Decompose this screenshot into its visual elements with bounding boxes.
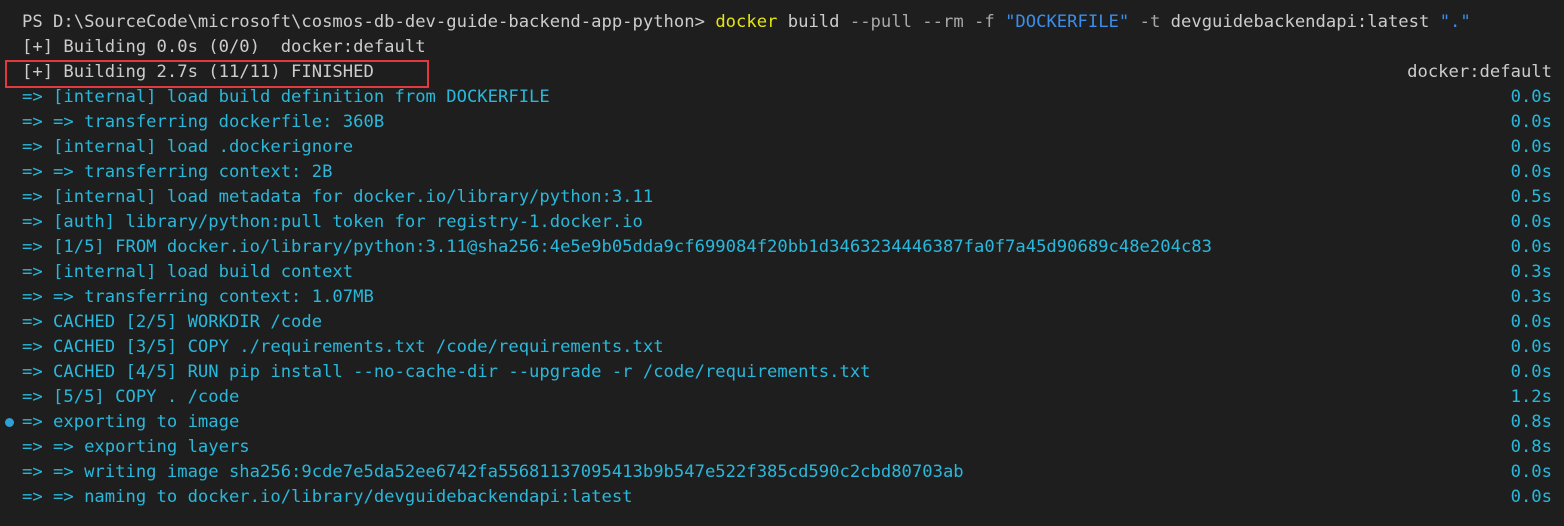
- build-step-duration: 0.5s: [1510, 187, 1552, 207]
- build-step-text: => CACHED [4/5] RUN pip install --no-cac…: [22, 362, 871, 382]
- command-arg: --pull --rm -f: [849, 12, 1006, 32]
- build-step-text: => [auth] library/python:pull token for …: [22, 212, 643, 232]
- build-step-line: => [internal] load build context 0.3s: [0, 260, 1564, 285]
- build-step-duration: 0.0s: [1510, 312, 1552, 332]
- build-step-text: => => naming to docker.io/library/devgui…: [22, 487, 633, 507]
- build-step-text: => CACHED [3/5] COPY ./requirements.txt …: [22, 337, 664, 357]
- build-step-text: => => writing image sha256:9cde7e5da52ee…: [22, 462, 964, 482]
- build-step-line: => => transferring context: 2B 0.0s: [0, 160, 1564, 185]
- build-step-text: => [internal] load build definition from…: [22, 87, 550, 107]
- command-name: docker: [715, 12, 778, 32]
- build-step-line: => CACHED [2/5] WORKDIR /code 0.0s: [0, 310, 1564, 335]
- build-step-text: => => transferring context: 2B: [22, 162, 333, 182]
- build-step-text: => [internal] load .dockerignore: [22, 137, 354, 157]
- build-step-line: => [internal] load .dockerignore 0.0s: [0, 135, 1564, 160]
- prompt-prefix: PS D:\SourceCode\microsoft\cosmos-db-dev…: [22, 12, 716, 32]
- build-step-text: => => exporting layers: [22, 437, 250, 457]
- build-step-text: => exporting to image: [22, 412, 240, 432]
- build-step-duration: 1.2s: [1510, 387, 1552, 407]
- build-step-duration: 0.0s: [1510, 137, 1552, 157]
- build-step-text: => => transferring dockerfile: 360B: [22, 112, 385, 132]
- build-step-line: => CACHED [3/5] COPY ./requirements.txt …: [0, 335, 1564, 360]
- build-context-label: docker:default: [1407, 62, 1552, 82]
- build-step-duration: 0.0s: [1510, 212, 1552, 232]
- build-step-duration: 0.0s: [1510, 337, 1552, 357]
- build-step-line: => => transferring dockerfile: 360B 0.0s: [0, 110, 1564, 135]
- command-arg: "DOCKERFILE": [1005, 12, 1130, 32]
- build-step-text: => [internal] load metadata for docker.i…: [22, 187, 654, 207]
- build-step-line: => [auth] library/python:pull token for …: [0, 210, 1564, 235]
- build-step-duration: 0.0s: [1510, 87, 1552, 107]
- build-step-line: => [5/5] COPY . /code 1.2s: [0, 385, 1564, 410]
- build-step-duration: 0.8s: [1510, 412, 1552, 432]
- command-args: build --pull --rm -f "DOCKERFILE" -t dev…: [777, 12, 1471, 32]
- build-step-duration: 0.3s: [1510, 262, 1552, 282]
- build-step-duration: 0.0s: [1510, 487, 1552, 507]
- build-step-text: => [1/5] FROM docker.io/library/python:3…: [22, 237, 1212, 257]
- build-status-initial: [+] Building 0.0s (0/0) docker:default: [0, 35, 1564, 60]
- build-step-duration: 0.3s: [1510, 287, 1552, 307]
- build-step-line: => => exporting layers 0.8s: [0, 435, 1564, 460]
- command-arg: -t: [1129, 12, 1171, 32]
- active-step-dot-icon: [5, 418, 14, 427]
- highlight-annotation-box: [5, 60, 429, 88]
- build-step-line: => [internal] load metadata for docker.i…: [0, 185, 1564, 210]
- build-step-duration: 0.0s: [1510, 112, 1552, 132]
- build-step-text: => [internal] load build context: [22, 262, 354, 282]
- build-step-duration: 0.0s: [1510, 237, 1552, 257]
- build-steps-list: => [internal] load build definition from…: [0, 85, 1564, 510]
- command-line: PS D:\SourceCode\microsoft\cosmos-db-dev…: [0, 10, 1564, 35]
- build-step-text: => => transferring context: 1.07MB: [22, 287, 374, 307]
- command-arg: build: [777, 12, 850, 32]
- command-arg: devguidebackendapi:latest: [1170, 12, 1440, 32]
- terminal-output[interactable]: PS D:\SourceCode\microsoft\cosmos-db-dev…: [0, 0, 1564, 526]
- build-step-duration: 0.0s: [1510, 162, 1552, 182]
- build-step-line: => exporting to image 0.8s: [0, 410, 1564, 435]
- build-step-line: => => naming to docker.io/library/devgui…: [0, 485, 1564, 510]
- build-status-initial-text: [+] Building 0.0s (0/0) docker:default: [22, 37, 426, 57]
- build-step-line: => CACHED [4/5] RUN pip install --no-cac…: [0, 360, 1564, 385]
- build-step-text: => CACHED [2/5] WORKDIR /code: [22, 312, 323, 332]
- build-step-duration: 0.8s: [1510, 437, 1552, 457]
- build-step-duration: 0.0s: [1510, 462, 1552, 482]
- build-step-line: => [1/5] FROM docker.io/library/python:3…: [0, 235, 1564, 260]
- build-step-text: => [5/5] COPY . /code: [22, 387, 240, 407]
- command-arg: ".": [1439, 12, 1471, 32]
- build-step-line: => => writing image sha256:9cde7e5da52ee…: [0, 460, 1564, 485]
- build-step-line: => => transferring context: 1.07MB 0.3s: [0, 285, 1564, 310]
- build-step-duration: 0.0s: [1510, 362, 1552, 382]
- build-step-line: => [internal] load build definition from…: [0, 85, 1564, 110]
